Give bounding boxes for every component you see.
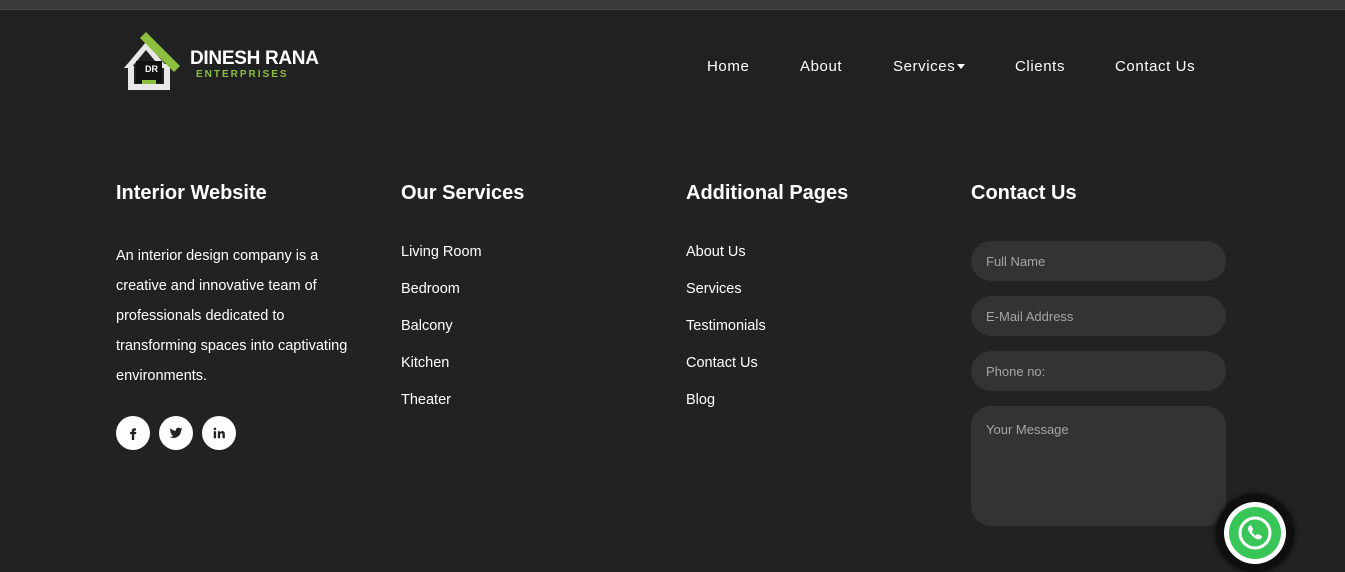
service-link[interactable]: Living Room bbox=[401, 244, 482, 260]
footer-services-column: Our Services bbox=[401, 182, 524, 205]
contact-heading: Contact Us bbox=[971, 182, 1077, 204]
about-description: An interior design company is a creative… bbox=[116, 248, 348, 384]
page-link[interactable]: Contact Us bbox=[686, 355, 758, 371]
service-link[interactable]: Kitchen bbox=[401, 355, 449, 371]
service-link[interactable]: Theater bbox=[401, 392, 451, 408]
message-textarea[interactable] bbox=[971, 406, 1226, 526]
service-link[interactable]: Balcony bbox=[401, 318, 453, 334]
services-heading: Our Services bbox=[401, 182, 525, 204]
linkedin-icon bbox=[213, 427, 225, 439]
pages-heading: Additional Pages bbox=[686, 182, 849, 204]
whatsapp-icon bbox=[1229, 507, 1281, 559]
full-name-input[interactable] bbox=[971, 241, 1226, 281]
main-nav: Home About Services Clients Contact Us bbox=[0, 58, 1345, 80]
footer-pages-column: Additional Pages bbox=[686, 182, 848, 205]
footer-contact-column: Contact Us bbox=[971, 182, 1077, 205]
nav-home[interactable]: Home bbox=[707, 58, 749, 75]
whatsapp-float-button[interactable] bbox=[1216, 494, 1294, 572]
nav-clients[interactable]: Clients bbox=[1015, 58, 1065, 75]
page-link[interactable]: Services bbox=[686, 281, 742, 297]
nav-services[interactable]: Services bbox=[893, 58, 966, 75]
linkedin-link[interactable] bbox=[202, 416, 236, 450]
about-heading: Interior Website bbox=[116, 182, 267, 204]
whatsapp-ring bbox=[1224, 502, 1286, 564]
facebook-icon bbox=[130, 428, 137, 440]
twitter-link[interactable] bbox=[159, 416, 193, 450]
caret-down-icon bbox=[957, 63, 966, 69]
phone-input[interactable] bbox=[971, 351, 1226, 391]
footer-about-column: Interior Website bbox=[116, 182, 267, 205]
phone-handset-icon bbox=[1238, 516, 1272, 550]
nav-services-label: Services bbox=[893, 58, 956, 75]
page-link[interactable]: Testimonials bbox=[686, 318, 766, 334]
service-link[interactable]: Bedroom bbox=[401, 281, 460, 297]
browser-top-strip bbox=[0, 0, 1345, 10]
site-header: DR DINESH RANA ENTERPRISES Home About Se… bbox=[0, 10, 1345, 120]
nav-about[interactable]: About bbox=[800, 58, 842, 75]
nav-contact-us[interactable]: Contact Us bbox=[1115, 58, 1195, 75]
email-input[interactable] bbox=[971, 296, 1226, 336]
facebook-link[interactable] bbox=[116, 416, 150, 450]
twitter-icon bbox=[169, 427, 183, 439]
page-link[interactable]: Blog bbox=[686, 392, 715, 408]
page-link[interactable]: About Us bbox=[686, 244, 746, 260]
